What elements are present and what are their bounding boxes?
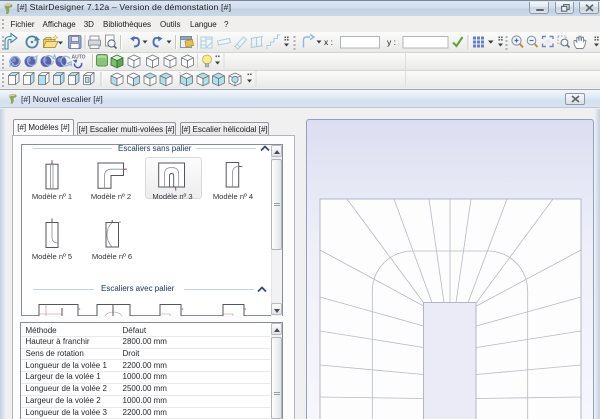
svg-text:AUTO: AUTO — [72, 55, 86, 61]
svg-text:x :: x : — [324, 37, 333, 47]
svg-text:y :: y : — [387, 37, 396, 47]
